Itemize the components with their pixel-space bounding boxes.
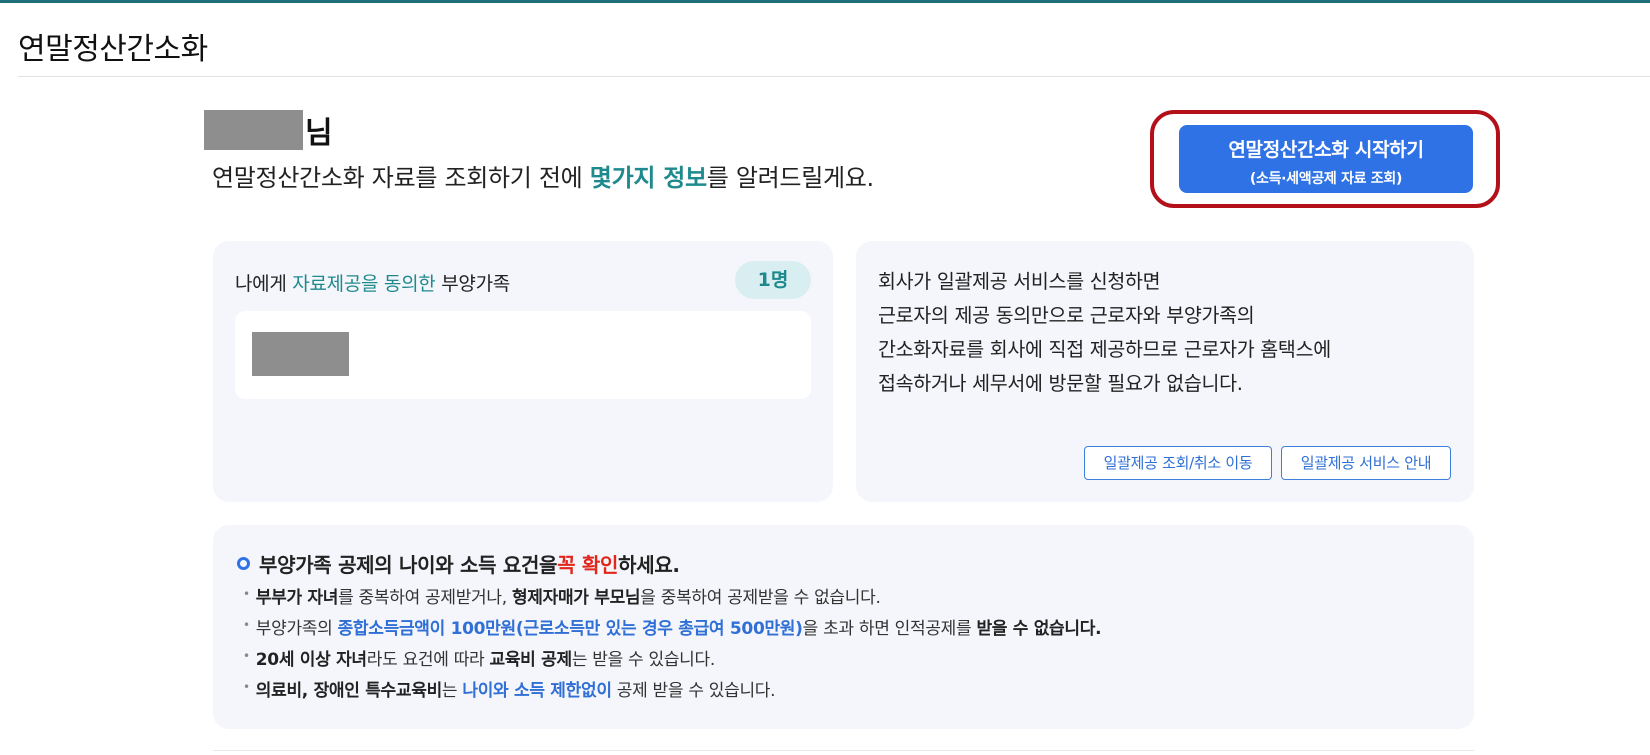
item-text: 를 중복하여 공제받거나, (338, 588, 512, 608)
list-item: • 부부가 자녀를 중복하여 공제받거나, 형제자매가 부모님을 중복하여 공제받… (243, 583, 1101, 614)
redacted-dependent-name (252, 332, 349, 376)
dependent-requirements-card: 부양가족 공제의 나이와 소득 요건을 꼭 확인 하세요. • 부부가 자녀를 중복… (213, 525, 1474, 729)
item-text: 을 초과 하면 인적공제를 (802, 619, 977, 639)
honorific: 님 (305, 116, 333, 151)
emphasis-text: 의료비, 장애인 특수교육비 (255, 681, 442, 701)
page-title: 연말정산간소화 (18, 32, 208, 67)
dependent-count-badge: 1명 (735, 261, 811, 299)
intro-suffix: 를 알려드릴게요. (706, 164, 874, 192)
intro-prefix: 연말정산간소화 자료를 조회하기 전에 (212, 164, 590, 192)
list-item: • 20세 이상 자녀라도 요건에 따라 교육비 공제는 받을 수 있습니다. (243, 645, 1101, 676)
requirements-title-suffix: 하세요. (618, 553, 680, 577)
requirements-title-emphasis: 꼭 확인 (557, 553, 619, 577)
consent-card-title: 나에게 자료제공을 동의한 부양가족 (235, 269, 510, 296)
intro-highlight: 몇가지 정보 (589, 164, 707, 192)
bulk-provision-description: 회사가 일괄제공 서비스를 신청하면 근로자의 제공 동의만으로 근로자와 부양… (878, 265, 1331, 401)
start-button-sublabel: (소득·세액공제 자료 조회) (1249, 171, 1403, 187)
emphasis-text: 부부가 자녀 (255, 588, 339, 608)
emphasis-text: 20세 이상 자녀 (255, 650, 367, 670)
bullet-dot-icon: • (243, 680, 250, 694)
requirements-title-prefix: 부양가족 공제의 나이와 소득 요건을 (259, 553, 558, 577)
description-line: 간소화자료를 회사에 직접 제공하므로 근로자가 홈택스에 (878, 338, 1331, 361)
consented-dependents-card: 나에게 자료제공을 동의한 부양가족 1명 (213, 241, 833, 502)
highlight-text: 종합소득금액이 100만원(근로소득만 있는 경우 총급여 500만원) (337, 619, 803, 639)
description-line: 회사가 일괄제공 서비스를 신청하면 (878, 270, 1161, 293)
description-line: 근로자의 제공 동의만으로 근로자와 부양가족의 (878, 304, 1255, 327)
start-button-label: 연말정산간소화 시작하기 (1228, 139, 1424, 161)
item-text: 라도 요건에 따라 (366, 650, 490, 670)
highlight-text: 나이와 소득 제한없이 (462, 681, 612, 701)
requirements-list: • 부부가 자녀를 중복하여 공제받거나, 형제자매가 부모님을 중복하여 공제받… (243, 583, 1102, 707)
item-text: 공제 받을 수 있습니다. (611, 681, 776, 701)
consent-title-suffix: 부양가족 (435, 273, 510, 295)
title-divider (18, 76, 1650, 77)
bulk-service-guide-button[interactable]: 일괄제공 서비스 안내 (1281, 446, 1451, 480)
consent-title-highlight: 자료제공을 동의한 (292, 273, 436, 295)
requirements-title: 부양가족 공제의 나이와 소득 요건을 꼭 확인 하세요. (237, 549, 680, 578)
bulk-provision-card: 회사가 일괄제공 서비스를 신청하면 근로자의 제공 동의만으로 근로자와 부양… (856, 241, 1474, 502)
emphasis-text: 교육비 공제 (489, 650, 572, 670)
bullet-dot-icon: • (243, 618, 250, 632)
emphasis-text: 형제자매가 부모님 (511, 588, 641, 608)
bullet-dot-icon: • (243, 649, 250, 663)
bottom-divider (213, 750, 1474, 751)
emphasis-text: 받을 수 없습니다. (976, 619, 1102, 639)
item-text: 는 받을 수 있습니다. (571, 650, 715, 670)
item-text: 는 (441, 681, 463, 701)
top-accent-line (0, 0, 1650, 3)
bulk-lookup-cancel-button[interactable]: 일괄제공 조회/취소 이동 (1084, 446, 1272, 480)
bullet-dot-icon: • (243, 587, 250, 601)
start-simplified-service-button[interactable]: 연말정산간소화 시작하기 (소득·세액공제 자료 조회) (1179, 125, 1473, 193)
circle-bullet-icon (237, 557, 250, 570)
greeting-name-row: 님 (204, 110, 333, 151)
item-text: 을 중복하여 공제받을 수 없습니다. (640, 588, 881, 608)
description-line: 접속하거나 세무서에 방문할 필요가 없습니다. (878, 372, 1243, 395)
list-item: • 의료비, 장애인 특수교육비는 나이와 소득 제한없이 공제 받을 수 있습니… (243, 676, 1101, 707)
list-item: • 부양가족의 종합소득금액이 100만원(근로소득만 있는 경우 총급여 500… (243, 614, 1102, 645)
consent-title-prefix: 나에게 (235, 273, 293, 295)
intro-text: 연말정산간소화 자료를 조회하기 전에 몇가지 정보를 알려드릴게요. (212, 158, 874, 193)
redacted-user-name (204, 110, 303, 150)
dependent-list (235, 311, 811, 399)
item-text: 부양가족의 (255, 619, 338, 639)
